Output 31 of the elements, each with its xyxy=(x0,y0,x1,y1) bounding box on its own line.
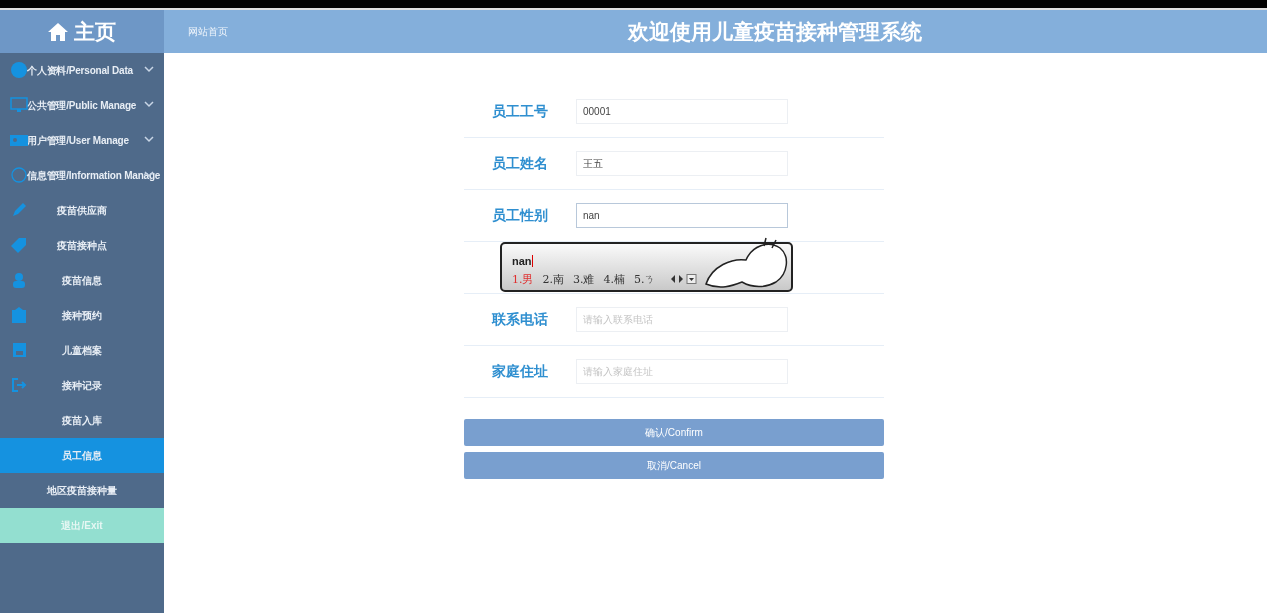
candidate-option[interactable]: 1.男 xyxy=(512,272,534,287)
sidebar-item[interactable]: 员工信息 xyxy=(0,438,164,473)
monitor-icon xyxy=(10,97,28,113)
globe-icon xyxy=(10,167,28,183)
brand-title: 主页 xyxy=(74,18,116,45)
field-label: 员工工号 xyxy=(491,102,549,121)
clipboard-icon xyxy=(10,307,28,323)
confirm-button[interactable]: 确认/Confirm xyxy=(464,419,884,446)
id-card-icon xyxy=(10,132,28,148)
field-label: 员工姓名 xyxy=(491,154,549,173)
candidate-option[interactable]: 5.ㄋ xyxy=(634,272,656,287)
field-label: 家庭住址 xyxy=(491,362,549,381)
candidate-option[interactable]: 3.难 xyxy=(573,272,595,287)
input-field[interactable]: 王五 xyxy=(576,151,788,176)
home-icon xyxy=(48,22,68,41)
candidate-option[interactable]: 2.南 xyxy=(542,272,564,287)
input-field[interactable]: 00001 xyxy=(576,99,788,124)
person-icon xyxy=(10,272,28,288)
candidate-option[interactable]: 4.楠 xyxy=(603,272,625,287)
pencil-icon xyxy=(10,202,28,218)
composition-text: nan xyxy=(512,255,533,267)
field-label: 联系电话 xyxy=(490,310,549,329)
cancel-button[interactable]: 取消/Cancel xyxy=(464,452,884,479)
field-label: 员工性别 xyxy=(491,206,549,225)
save-icon xyxy=(10,342,28,358)
tag-icon xyxy=(10,237,28,253)
input-field[interactable]: nan xyxy=(576,203,788,228)
page-title: 欢迎使用儿童疫苗接种管理系统 xyxy=(628,18,922,45)
page-arrows-icon[interactable] xyxy=(670,274,698,284)
user-circle-icon xyxy=(10,62,28,78)
logout-icon xyxy=(10,377,28,393)
